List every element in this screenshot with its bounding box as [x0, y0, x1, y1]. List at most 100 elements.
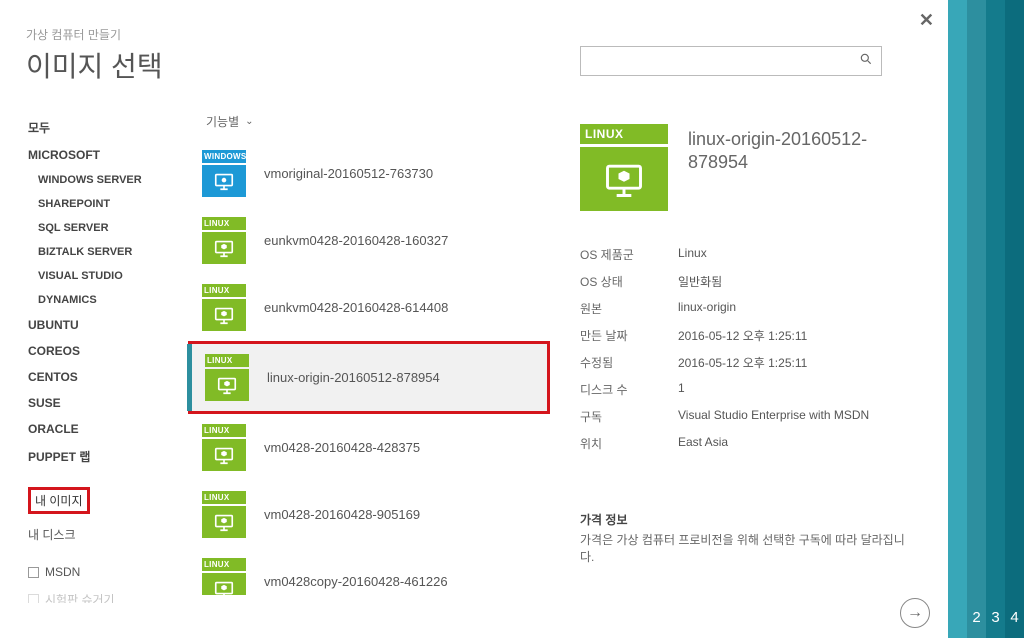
sidebar-item-puppet[interactable]: PUPPET 랩: [26, 442, 180, 471]
sort-label: 기능별: [206, 113, 239, 130]
image-item-label: vm0428-20160428-905169: [264, 507, 420, 522]
detail-row: OS 제품군Linux: [580, 241, 918, 268]
detail-key: 수정됨: [580, 354, 678, 371]
detail-key: OS 상태: [580, 273, 678, 290]
image-item[interactable]: LINUX eunkvm0428-20160428-160327: [188, 207, 564, 274]
image-item[interactable]: LINUX vm0428-20160428-428375: [188, 414, 564, 481]
os-tag: LINUX: [202, 217, 246, 230]
image-item-label: eunkvm0428-20160428-614408: [264, 300, 448, 315]
detail-value: Visual Studio Enterprise with MSDN: [678, 408, 918, 425]
image-item[interactable]: LINUX eunkvm0428-20160428-614408: [188, 274, 564, 341]
sidebar-item-label: 시험판 슈거기: [45, 591, 115, 603]
next-button[interactable]: →: [900, 598, 930, 628]
price-info: 가격 정보 가격은 가상 컴퓨터 프로비전을 위해 선택한 구독에 따라 달라집…: [580, 511, 918, 566]
image-list-scroll[interactable]: WINDOWS vmoriginal-20160512-763730 LINUX…: [184, 140, 564, 595]
wizard-step-2[interactable]: 2: [967, 0, 986, 638]
sidebar-item-sql-server[interactable]: SQL SERVER: [26, 216, 180, 240]
sidebar-item-msdn[interactable]: MSDN: [26, 559, 180, 585]
os-tag: LINUX: [202, 284, 246, 297]
sidebar-item-ubuntu[interactable]: UBUNTU: [26, 312, 180, 338]
detail-row: OS 상태일반화됨: [580, 268, 918, 295]
detail-row: 위치East Asia: [580, 430, 918, 457]
os-tag: LINUX: [202, 424, 246, 437]
highlight-box-my-images: 내 이미지: [28, 487, 90, 514]
sidebar-item-windows-server[interactable]: WINDOWS SERVER: [26, 168, 180, 192]
detail-value: 1: [678, 381, 918, 398]
detail-value: Linux: [678, 246, 918, 263]
os-tag: LINUX: [205, 354, 249, 367]
image-item[interactable]: LINUX vm0428-20160428-905169: [188, 481, 564, 548]
image-item-selected[interactable]: LINUX linux-origin-20160512-878954: [191, 344, 547, 411]
os-linux-icon: LINUX: [202, 424, 246, 471]
checkbox-icon[interactable]: [28, 567, 39, 578]
detail-row: 원본linux-origin: [580, 295, 918, 322]
detail-row: 구독Visual Studio Enterprise with MSDN: [580, 403, 918, 430]
detail-title: linux-origin-20160512-878954: [688, 124, 918, 211]
image-item-label: vm0428copy-20160428-461226: [264, 574, 448, 589]
os-tag: LINUX: [202, 491, 246, 504]
image-item[interactable]: WINDOWS vmoriginal-20160512-763730: [188, 140, 564, 207]
image-item-label: eunkvm0428-20160428-160327: [264, 233, 448, 248]
detail-row: 수정됨2016-05-12 오후 1:25:11: [580, 349, 918, 376]
detail-key: 디스크 수: [580, 381, 678, 398]
wizard-step-1[interactable]: [948, 0, 967, 638]
os-tag: LINUX: [202, 558, 246, 571]
os-linux-icon: LINUX: [202, 491, 246, 538]
sidebar-item-my-images[interactable]: 내 이미지: [26, 481, 180, 520]
sidebar-item-trial[interactable]: 시험판 슈거기: [26, 585, 180, 603]
dialog-panel: ✕ 가상 컴퓨터 만들기 이미지 선택 모두 MICROSOFT WINDOWS…: [0, 0, 948, 638]
detail-value: 2016-05-12 오후 1:25:11: [678, 327, 918, 344]
image-item-label: vmoriginal-20160512-763730: [264, 166, 433, 181]
wizard-step-4[interactable]: 4: [1005, 0, 1024, 638]
detail-properties: OS 제품군Linux OS 상태일반화됨 원본linux-origin 만든 …: [580, 241, 918, 457]
os-tag: LINUX: [580, 124, 668, 144]
detail-key: 원본: [580, 300, 678, 317]
os-linux-icon: LINUX: [205, 354, 249, 401]
detail-row: 만든 날짜2016-05-12 오후 1:25:11: [580, 322, 918, 349]
sidebar-item-microsoft[interactable]: MICROSOFT: [26, 142, 180, 168]
image-item-label: vm0428-20160428-428375: [264, 440, 420, 455]
os-linux-icon-large: LINUX: [580, 124, 668, 211]
sidebar-item-visual-studio[interactable]: VISUAL STUDIO: [26, 264, 180, 288]
sidebar-item-sharepoint[interactable]: SHAREPOINT: [26, 192, 180, 216]
detail-key: 만든 날짜: [580, 327, 678, 344]
detail-key: OS 제품군: [580, 246, 678, 263]
search-icon: [859, 52, 873, 70]
search-input[interactable]: [580, 46, 882, 76]
detail-value: East Asia: [678, 435, 918, 452]
sidebar-item-oracle[interactable]: ORACLE: [26, 416, 180, 442]
wizard-step-3[interactable]: 3: [986, 0, 1005, 638]
image-item[interactable]: LINUX vm0428copy-20160428-461226: [188, 548, 564, 595]
sidebar-item-suse[interactable]: SUSE: [26, 390, 180, 416]
sidebar-item-all[interactable]: 모두: [26, 113, 180, 142]
detail-value: 2016-05-12 오후 1:25:11: [678, 354, 918, 371]
chevron-down-icon: ⌄: [245, 116, 253, 127]
os-linux-icon: LINUX: [202, 558, 246, 595]
category-sidebar: 모두 MICROSOFT WINDOWS SERVER SHAREPOINT S…: [26, 113, 184, 603]
detail-panel: LINUX linux-origin-20160512-878954 OS 제품…: [564, 113, 918, 603]
detail-value: 일반화됨: [678, 273, 918, 290]
detail-header: LINUX linux-origin-20160512-878954: [580, 124, 918, 211]
breadcrumb: 가상 컴퓨터 만들기: [26, 26, 918, 43]
price-text: 가격은 가상 컴퓨터 프로비전을 위해 선택한 구독에 따라 달라집니다.: [580, 532, 918, 566]
highlight-box-selected-image: LINUX linux-origin-20160512-878954: [188, 341, 550, 414]
sort-dropdown[interactable]: 기능별 ⌄: [184, 113, 564, 140]
close-icon[interactable]: ✕: [919, 10, 934, 31]
image-list-panel: 기능별 ⌄ WINDOWS vmoriginal-20160512-763730…: [184, 113, 564, 603]
sidebar-item-coreos[interactable]: COREOS: [26, 338, 180, 364]
arrow-right-icon: →: [907, 604, 923, 622]
os-linux-icon: LINUX: [202, 284, 246, 331]
sidebar-item-my-disks[interactable]: 내 디스크: [26, 520, 180, 549]
os-windows-icon: WINDOWS: [202, 150, 246, 197]
sidebar-item-biztalk-server[interactable]: BIZTALK SERVER: [26, 240, 180, 264]
sidebar-item-centos[interactable]: CENTOS: [26, 364, 180, 390]
checkbox-icon[interactable]: [28, 594, 39, 603]
sidebar-item-label: MSDN: [45, 565, 80, 579]
wizard-step-bar: 2 3 4: [948, 0, 1024, 638]
os-linux-icon: LINUX: [202, 217, 246, 264]
price-heading: 가격 정보: [580, 511, 918, 528]
image-item-label: linux-origin-20160512-878954: [267, 370, 440, 385]
sidebar-item-dynamics[interactable]: DYNAMICS: [26, 288, 180, 312]
detail-key: 구독: [580, 408, 678, 425]
detail-row: 디스크 수1: [580, 376, 918, 403]
